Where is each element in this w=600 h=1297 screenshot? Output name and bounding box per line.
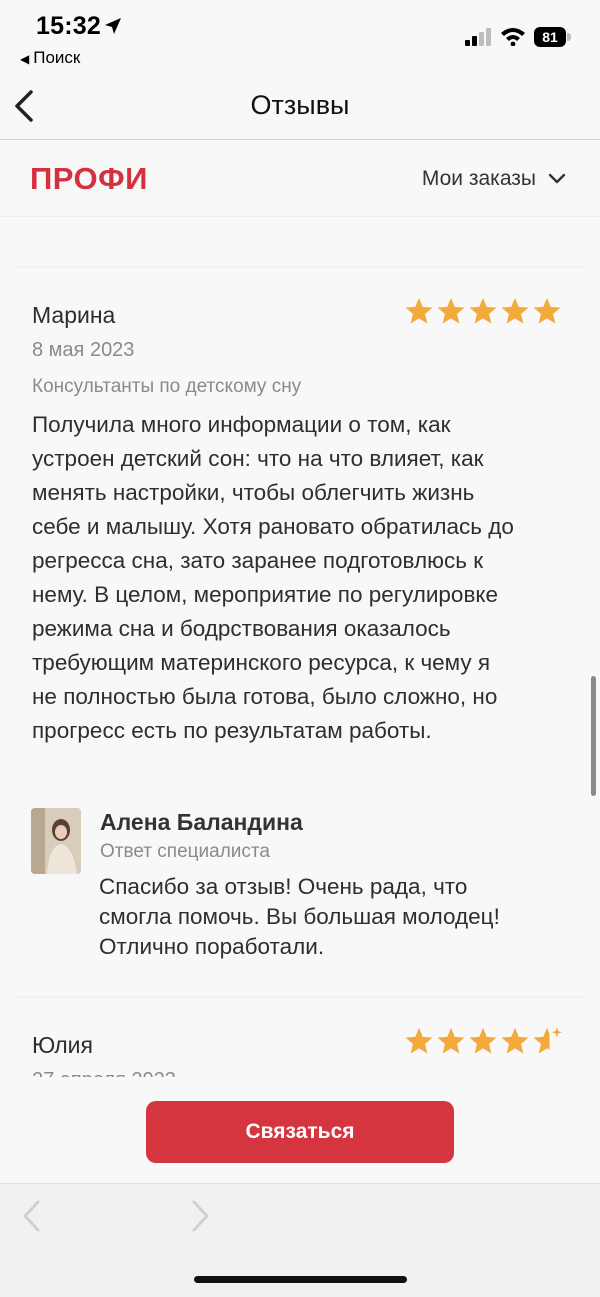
page-title: Отзывы <box>250 90 350 120</box>
reply-text-line: Спасибо за отзыв! Очень рада, что <box>99 874 468 899</box>
brand-header: ПРОФИ Мои заказы <box>0 141 600 217</box>
contact-button[interactable]: Связаться <box>146 1101 454 1163</box>
star-icon <box>405 297 433 324</box>
my-orders-label: Мои заказы <box>421 167 536 190</box>
review-text-line: нему. В целом, мероприятие по регулировк… <box>32 582 499 607</box>
specialist-name[interactable]: Алена Баландина <box>100 809 303 836</box>
star-icon <box>501 1027 529 1054</box>
reply-text-line: Отлично поработали. <box>99 934 325 959</box>
reply-text-line: смогла помочь. Вы большая молодец! <box>99 904 500 929</box>
star-icon <box>501 297 529 324</box>
my-orders-dropdown[interactable]: Мои заказы <box>422 167 566 191</box>
screen: 15:32 ◀ Поиск 81 Отзывы ПРОФИ Мои заказы… <box>0 0 600 1297</box>
wifi-icon <box>501 28 525 46</box>
review-text-line: устроен детский сон: что на что влияет, … <box>32 446 484 471</box>
back-to-app-link[interactable]: ◀ Поиск <box>20 48 80 68</box>
status-time: 15:32 <box>36 12 101 40</box>
action-area: Связаться <box>0 1077 600 1183</box>
review-author: Марина <box>32 302 116 328</box>
half-star-sparkle-icon <box>533 1027 562 1054</box>
nav-bar: Отзывы <box>0 72 600 140</box>
previous-review-clipped-text: ~~~ ~ ~~~ ~ ~ ~ ~ ~ <box>32 218 229 226</box>
review-text-line: Получила много информации о том, как <box>32 412 451 437</box>
status-bar: 15:32 ◀ Поиск 81 <box>0 0 600 72</box>
scrollbar[interactable] <box>591 676 596 796</box>
browser-toolbar <box>0 1183 600 1297</box>
review-text-line: прогресс есть по результатам работы. <box>32 718 432 743</box>
home-indicator[interactable] <box>194 1276 407 1283</box>
profi-logo[interactable]: ПРОФИ <box>30 161 148 197</box>
review-divider <box>16 996 584 998</box>
cellular-signal-icon <box>465 28 491 46</box>
browser-forward-icon[interactable] <box>188 1198 212 1234</box>
rating-stars <box>404 296 562 326</box>
review-date: 8 мая 2023 <box>32 339 135 361</box>
star-icon <box>533 297 561 324</box>
review-text-line: себе и малышу. Хотя рановато обратилась … <box>32 514 514 539</box>
star-icon <box>469 297 497 324</box>
specialist-reply-text: Спасибо за отзыв! Очень рада, что смогла… <box>99 872 569 962</box>
location-arrow-icon <box>105 18 121 34</box>
review-text-line: не полностью была готова, было сложно, н… <box>32 684 498 709</box>
specialist-role: Ответ специалиста <box>100 841 270 862</box>
star-icon <box>405 1027 433 1054</box>
review-text-line: менять настройки, чтобы облегчить жизнь <box>32 480 475 505</box>
battery-icon: 81 <box>534 27 572 47</box>
browser-back-icon[interactable] <box>20 1198 44 1234</box>
review-text-line: регресса сна, зато заранее подготовлюсь … <box>32 548 484 573</box>
back-app-label: Поиск <box>33 48 81 67</box>
review-divider <box>16 266 584 268</box>
battery-level: 81 <box>534 27 566 47</box>
specialist-avatar <box>31 808 81 874</box>
chevron-down-icon <box>548 173 566 184</box>
avatar-photo-icon <box>31 808 81 874</box>
back-triangle-icon: ◀ <box>20 52 30 66</box>
review-text: Получила много информации о том, как уст… <box>32 408 572 748</box>
reviews-list[interactable]: ~~~ ~ ~~~ ~ ~ ~ ~ ~ Марина 8 мая 2023 Ко… <box>0 218 600 1078</box>
rating-stars <box>404 1026 562 1056</box>
review-author: Юлия <box>32 1032 93 1058</box>
star-icon <box>469 1027 497 1054</box>
review-text-line: требующим материнского ресурса, к чему я <box>32 650 491 675</box>
star-icon <box>437 297 465 324</box>
review-category: Консультанты по детскому сну <box>32 376 302 397</box>
battery-cap <box>567 33 571 41</box>
star-icon <box>437 1027 465 1054</box>
review-text-line: режима сна и бодрствования оказалось <box>32 616 451 641</box>
